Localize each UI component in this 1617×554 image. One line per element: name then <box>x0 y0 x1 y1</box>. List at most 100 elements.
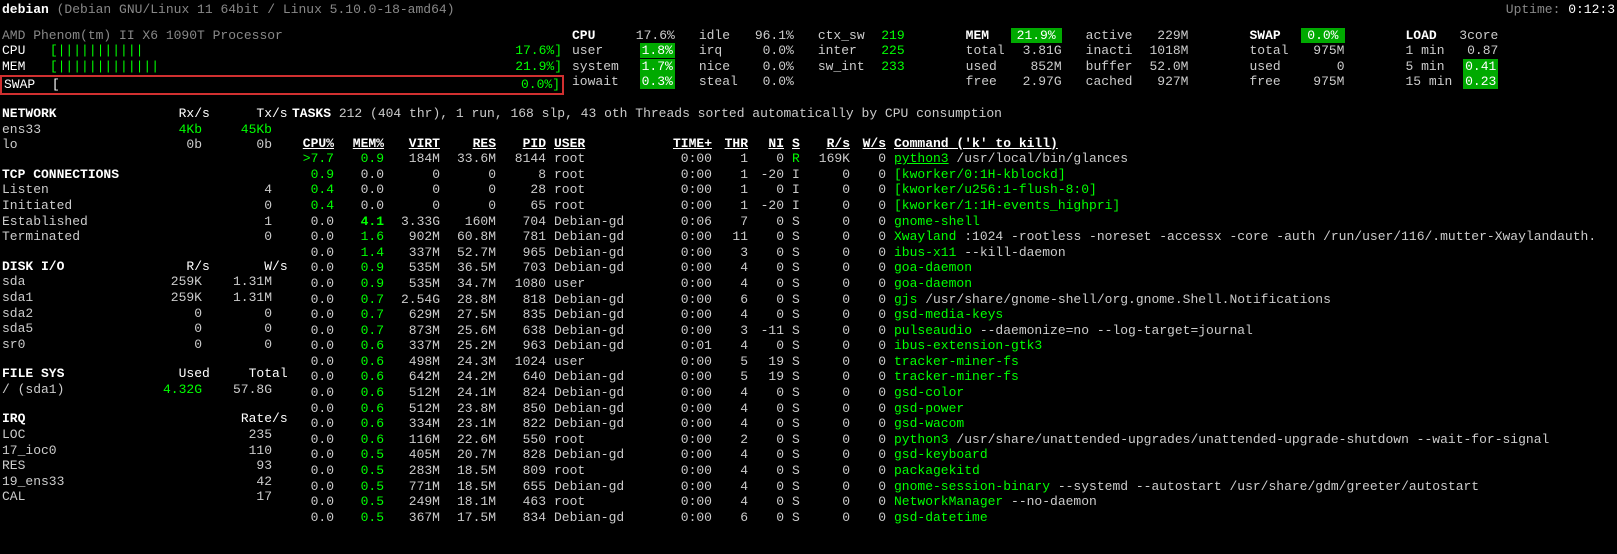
mem-bar-row: MEM [||||||||||||| 21.9%] <box>2 59 562 75</box>
cpu-model: AMD Phenom(tm) II X6 1090T Processor <box>2 28 562 44</box>
column-header[interactable]: VIRT <box>392 136 448 152</box>
list-item: sr000 <box>2 337 292 353</box>
stat-row: free2.97G <box>966 74 1068 90</box>
swap-bar-row[interactable]: SWAP [ 0.0%] <box>0 75 564 95</box>
stat-row: free975M <box>1249 74 1350 90</box>
stat-row: active229M <box>1086 28 1195 44</box>
swap-total-badge: 0.0% <box>1301 28 1344 43</box>
table-row[interactable]: 0.00.7629M27.5M835Debian-gd0:0040S00gsd-… <box>292 307 1604 323</box>
table-row[interactable]: 0.00.6334M23.1M822Debian-gd0:0040S00gsd-… <box>292 416 1604 432</box>
list-item: / (sda1)4.32G57.8G <box>2 382 292 398</box>
table-row[interactable]: 0.00.6337M25.2M963Debian-gd0:0140S00ibus… <box>292 338 1604 354</box>
list-item: ens334Kb45Kb <box>2 122 292 138</box>
table-row[interactable]: 0.00.5405M20.7M828Debian-gd0:0040S00gsd-… <box>292 447 1604 463</box>
stat-row: iowait0.3% <box>572 74 681 90</box>
cpu-block: CPU17.6% user1.8%system1.7%iowait0.3% <box>572 28 681 90</box>
stat-row: buffer52.0M <box>1086 59 1195 75</box>
stat-row: nice0.0% <box>699 59 800 75</box>
stat-row: cached927M <box>1086 74 1195 90</box>
table-row[interactable]: 0.00.9535M36.5M703Debian-gd0:0040S00goa-… <box>292 260 1604 276</box>
cpu-bar-row: CPU [||||||||||| 17.6%] <box>2 43 562 59</box>
stat-row: sw_int233 <box>818 59 911 75</box>
cpu-block3: ctx_sw219inter225sw_int233 <box>818 28 911 75</box>
stat-row: steal0.0% <box>699 74 800 90</box>
list-item: Listen4 <box>2 182 292 198</box>
column-header[interactable]: USER <box>554 136 664 152</box>
cpu-block2: idle96.1%irq0.0%nice0.0%steal0.0% <box>699 28 800 90</box>
list-item: sda200 <box>2 306 292 322</box>
uptime-value: 0:12:3 <box>1568 2 1615 17</box>
column-header[interactable]: TIME+ <box>664 136 720 152</box>
column-header[interactable]: CPU% <box>292 136 342 152</box>
list-item: Established1 <box>2 214 292 230</box>
table-row[interactable]: 0.00.72.54G28.8M818Debian-gd0:0060S00gjs… <box>292 292 1604 308</box>
column-header[interactable]: MEM% <box>342 136 392 152</box>
table-row[interactable]: 0.00.6512M24.1M824Debian-gd0:0040S00gsd-… <box>292 385 1604 401</box>
stat-row: used852M <box>966 59 1068 75</box>
table-row[interactable]: 0.00.6116M22.6M550root0:0020S00python3 /… <box>292 432 1604 448</box>
list-item: sda500 <box>2 321 292 337</box>
table-row[interactable]: 0.01.6902M60.8M781Debian-gd0:00110S00Xwa… <box>292 229 1604 245</box>
table-row[interactable]: 0.00.6498M24.3M1024user0:00519S00tracker… <box>292 354 1604 370</box>
swap-block: SWAP0.0% total975Mused0free975M <box>1249 28 1350 90</box>
table-row[interactable]: 0.40.00028root0:0010I00[kworker/u256:1-f… <box>292 182 1604 198</box>
table-row[interactable]: 0.04.13.33G160M704Debian-gd0:0670S00gnom… <box>292 214 1604 230</box>
tasks-header: TASKS TASKS 212 (404 thr), 1 run, 168 sl… <box>292 106 1604 122</box>
table-row[interactable]: 0.00.5249M18.1M463root0:0040S00NetworkMa… <box>292 494 1604 510</box>
list-item: lo0b0b <box>2 137 292 153</box>
mem-total-badge: 21.9% <box>1011 28 1062 43</box>
network-tx-header: Tx/s <box>218 106 288 122</box>
list-item: sda259K1.31M <box>2 274 292 290</box>
column-header[interactable]: Command ('k' to kill) <box>894 136 1604 152</box>
table-row[interactable]: 0.00.5283M18.5M809root0:0040S00packageki… <box>292 463 1604 479</box>
disk-w-header: W/s <box>218 259 288 275</box>
stat-row: inter225 <box>818 43 911 59</box>
hostname: debian <box>2 2 49 17</box>
tasks-panel: TASKS TASKS 212 (404 thr), 1 run, 168 sl… <box>292 106 1604 525</box>
list-item: 19_ens3342 <box>2 474 292 490</box>
table-row[interactable]: 0.00.7873M25.6M638Debian-gd0:003-11S00pu… <box>292 323 1604 339</box>
column-header[interactable]: RES <box>448 136 504 152</box>
stat-row: total975M <box>1249 43 1350 59</box>
list-item: LOC235 <box>2 427 292 443</box>
fs-used-header: Used <box>140 366 210 382</box>
column-header[interactable]: S <box>792 136 812 152</box>
table-row[interactable]: >7.70.9184M33.6M8144root0:0010R169K0pyth… <box>292 151 1604 167</box>
list-item: sda1259K1.31M <box>2 290 292 306</box>
stat-row: idle96.1% <box>699 28 800 44</box>
disk-title: DISK I/O <box>2 259 132 275</box>
left-sidebar: NETWORK Rx/s Tx/s ens334Kb45Kblo0b0b TCP… <box>2 106 292 505</box>
table-row[interactable]: 0.00.6512M23.8M850Debian-gd0:0040S00gsd-… <box>292 401 1604 417</box>
stat-row: 1 min0.87 <box>1406 43 1505 59</box>
network-rx-header: Rx/s <box>140 106 210 122</box>
stat-row: used0 <box>1249 59 1350 75</box>
table-row[interactable]: 0.00.5771M18.5M655Debian-gd0:0040S00gnom… <box>292 479 1604 495</box>
disk-r-header: R/s <box>140 259 210 275</box>
fs-total-header: Total <box>218 366 288 382</box>
column-header[interactable]: PID <box>504 136 554 152</box>
top-stats: AMD Phenom(tm) II X6 1090T Processor CPU… <box>2 28 1615 96</box>
fs-title: FILE SYS <box>2 366 132 382</box>
table-row[interactable]: 0.40.00065root0:001-20I00[kworker/1:1H-e… <box>292 198 1604 214</box>
stat-row: system1.7% <box>572 59 681 75</box>
load-block: LOAD3core 1 min0.875 min0.4115 min0.23 <box>1406 28 1505 90</box>
column-header[interactable]: THR <box>720 136 756 152</box>
list-item: CAL17 <box>2 489 292 505</box>
table-row[interactable]: 0.90.0008root0:001-20I00[kworker/0:1H-kb… <box>292 167 1604 183</box>
irq-title: IRQ <box>2 411 132 427</box>
os-info: (Debian GNU/Linux 11 64bit / Linux 5.10.… <box>57 2 455 17</box>
stat-row: irq0.0% <box>699 43 800 59</box>
table-row[interactable]: 0.00.6642M24.2M640Debian-gd0:00519S00tra… <box>292 369 1604 385</box>
list-item: Terminated0 <box>2 229 292 245</box>
stat-row: ctx_sw219 <box>818 28 911 44</box>
table-row[interactable]: 0.00.9535M34.7M1080user0:0040S00goa-daem… <box>292 276 1604 292</box>
stat-row: inacti1018M <box>1086 43 1195 59</box>
mem-block2: active229Minacti1018Mbuffer52.0Mcached92… <box>1086 28 1195 90</box>
column-header[interactable]: NI <box>756 136 792 152</box>
column-header[interactable]: R/s <box>812 136 858 152</box>
table-row[interactable]: 0.01.4337M52.7M965Debian-gd0:0030S00ibus… <box>292 245 1604 261</box>
list-item: RES93 <box>2 458 292 474</box>
column-header[interactable]: W/s <box>858 136 894 152</box>
table-row[interactable]: 0.00.5367M17.5M834Debian-gd0:0060S00gsd-… <box>292 510 1604 526</box>
stat-row: 5 min0.41 <box>1406 59 1505 75</box>
